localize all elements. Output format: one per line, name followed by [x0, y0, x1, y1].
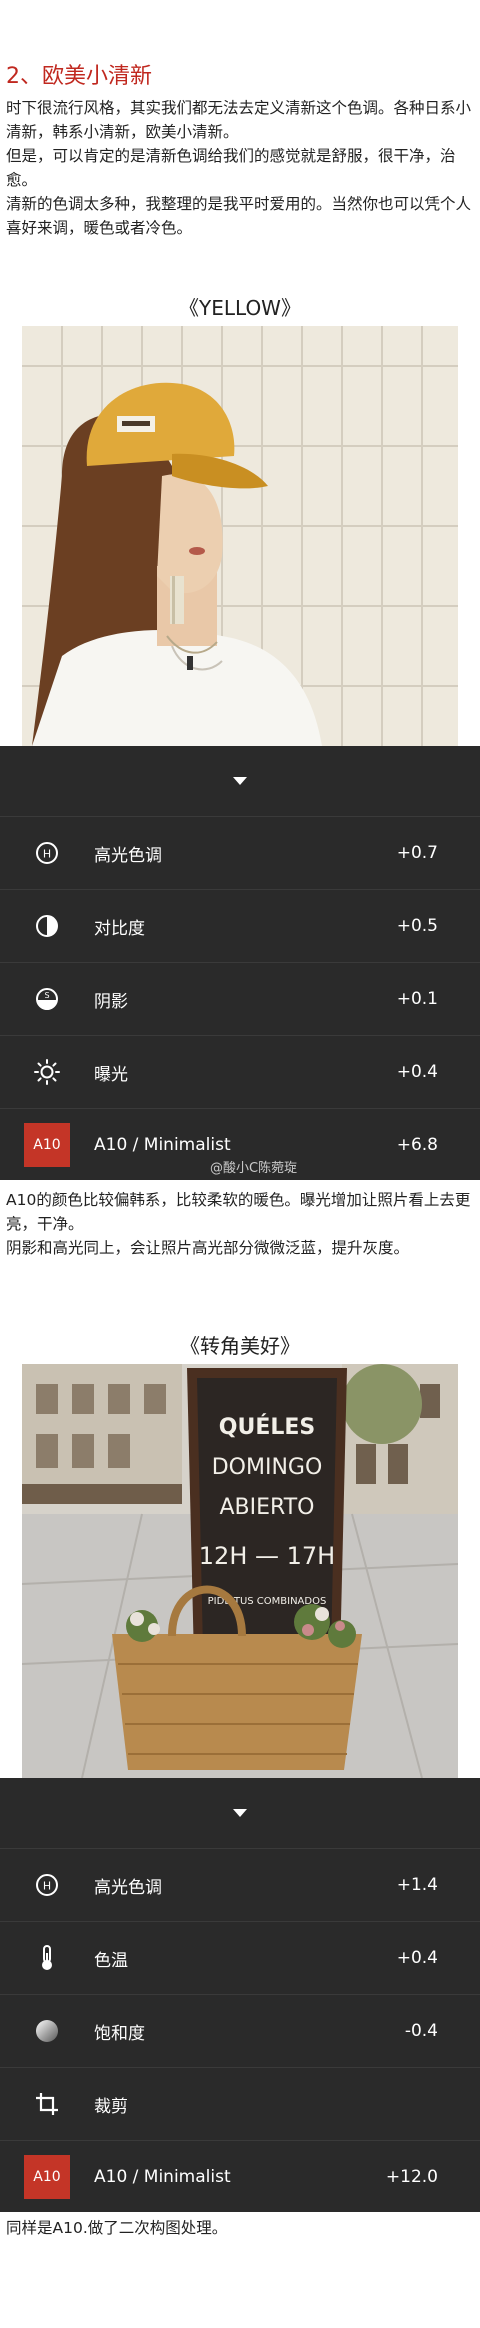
- row-label: 裁剪: [94, 2096, 128, 2117]
- board-line-2: DOMINGO: [212, 1455, 323, 1480]
- row-label: 高光色调: [94, 845, 162, 866]
- example1-caption: 《YELLOW》: [179, 296, 301, 320]
- row-label: 高光色调: [94, 1877, 162, 1898]
- highlights-icon: H: [30, 1868, 64, 1902]
- filter-badge: A10: [24, 1123, 70, 1167]
- caret-down-icon[interactable]: [233, 777, 247, 785]
- photo-woman-yellow-cap: [22, 326, 458, 746]
- adjust-row-shadows[interactable]: S 阴影 +0.1: [0, 963, 480, 1036]
- panel-collapse-toggle[interactable]: [0, 1778, 480, 1849]
- row-label: 饱和度: [94, 2023, 145, 2044]
- adjust-row-filter[interactable]: A10 A10 / Minimalist +12.0: [0, 2141, 480, 2213]
- adjust-row-contrast[interactable]: 对比度 +0.5: [0, 890, 480, 963]
- intro-paragraph-3: 清新的色调太多种，我整理的是我平时爱用的。当然你也可以凭个人喜好来调，暖色或者冷…: [6, 195, 472, 237]
- row-label: 对比度: [94, 918, 145, 939]
- edit-panel-example2: H 高光色调 +1.4 色温 +0.4 饱和度 -0.4 裁剪 A10 A10 …: [0, 1778, 480, 2212]
- adjust-row-highlights[interactable]: H 高光色调 +0.7: [0, 817, 480, 890]
- watermark: @酸小C陈菀琁: [210, 1161, 298, 1176]
- temperature-icon: [30, 1941, 64, 1975]
- row-value: -0.4: [404, 2021, 438, 2041]
- example2-photo: QUÉLES DOMINGO ABIERTO 12H — 17H PIDE TU…: [22, 1364, 458, 1778]
- shadows-icon: S: [30, 982, 64, 1016]
- exposure-icon: [30, 1055, 64, 1089]
- section-title: 2、欧美小清新: [6, 64, 152, 89]
- row-value: +6.8: [396, 1135, 438, 1155]
- row-label: A10 / Minimalist: [94, 1135, 231, 1155]
- row-value: +0.7: [396, 843, 438, 863]
- row-label: 曝光: [94, 1064, 128, 1085]
- row-value: +0.4: [396, 1948, 438, 1968]
- row-label: A10 / Minimalist: [94, 2167, 231, 2187]
- row-value: +1.4: [396, 1875, 438, 1895]
- example1-note-1: A10的颜色比较偏韩系，比较柔软的暖色。曝光增加让照片看上去更亮，干净。: [6, 1191, 471, 1233]
- row-value: +0.4: [396, 1062, 438, 1082]
- photo-chalkboard-street: QUÉLES DOMINGO ABIERTO 12H — 17H PIDE TU…: [22, 1364, 458, 1778]
- adjust-row-highlights[interactable]: H 高光色调 +1.4: [0, 1849, 480, 1922]
- article-page: 2、欧美小清新 时下很流行风格，其实我们都无法去定义清新这个色调。各种日系小清新…: [0, 0, 480, 2328]
- board-line-4: 12H — 17H: [199, 1542, 335, 1570]
- adjust-row-crop[interactable]: 裁剪: [0, 2068, 480, 2141]
- caret-down-icon[interactable]: [233, 1809, 247, 1817]
- adjust-row-exposure[interactable]: 曝光 +0.4: [0, 1036, 480, 1109]
- row-value: +12.0: [385, 2167, 438, 2187]
- example2-caption: 《转角美好》: [180, 1334, 300, 1358]
- saturation-icon: [30, 2014, 64, 2048]
- adjust-row-saturation[interactable]: 饱和度 -0.4: [0, 1995, 480, 2068]
- edit-panel-example1: H 高光色调 +0.7 对比度 +0.5 S 阴影 +0.1 曝光 +0.4 A…: [0, 746, 480, 1180]
- highlights-icon: H: [30, 836, 64, 870]
- svg-text:H: H: [43, 848, 51, 861]
- example1-photo: [22, 326, 458, 746]
- panel-collapse-toggle[interactable]: [0, 746, 480, 817]
- adjust-row-temperature[interactable]: 色温 +0.4: [0, 1922, 480, 1995]
- crop-icon: [30, 2087, 64, 2121]
- row-label: 色温: [94, 1950, 128, 1971]
- example1-note-2: 阴影和高光同上，会让照片高光部分微微泛蓝，提升灰度。: [6, 1239, 410, 1257]
- intro-paragraph-2: 但是，可以肯定的是清新色调给我们的感觉就是舒服，很干净，治愈。: [6, 147, 456, 189]
- row-label: 阴影: [94, 991, 128, 1012]
- svg-text:S: S: [44, 991, 49, 1000]
- intro-paragraph-1: 时下很流行风格，其实我们都无法去定义清新这个色调。各种日系小清新，韩系小清新，欧…: [6, 99, 472, 141]
- row-value: +0.1: [396, 989, 438, 1009]
- contrast-icon: [30, 909, 64, 943]
- filter-badge: A10: [24, 2155, 70, 2199]
- board-line-1: QUÉLES: [219, 1414, 316, 1440]
- svg-text:H: H: [43, 1880, 51, 1893]
- board-line-3: ABIERTO: [220, 1495, 315, 1520]
- example2-note: 同样是A10.做了二次构图处理。: [6, 2219, 228, 2237]
- adjust-row-filter[interactable]: A10 A10 / Minimalist +6.8 @酸小C陈菀琁: [0, 1109, 480, 1181]
- row-value: +0.5: [396, 916, 438, 936]
